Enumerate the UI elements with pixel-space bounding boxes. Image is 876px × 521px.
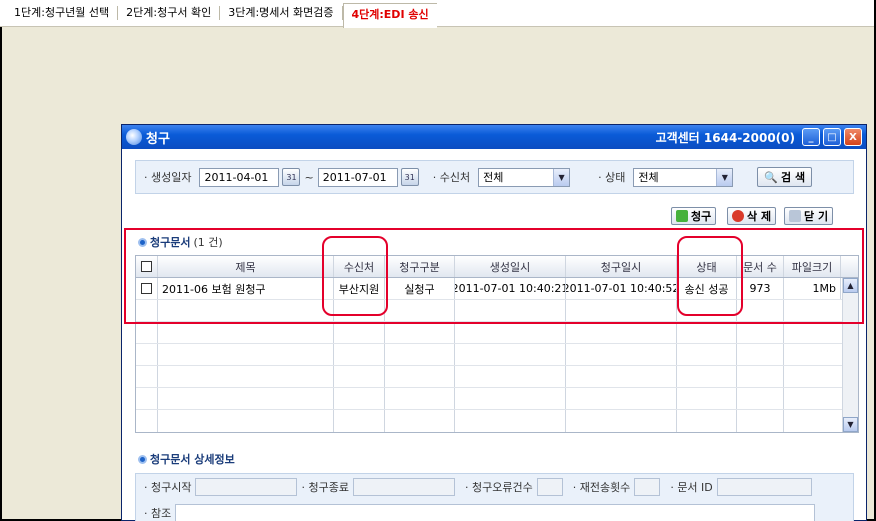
maximize-button[interactable]: □ (823, 128, 841, 146)
calendar-to-icon[interactable]: 31 (400, 168, 419, 186)
tilde-separator: ~ (304, 170, 314, 184)
resend-count-field[interactable] (634, 478, 661, 496)
status-label: · 상태 (598, 171, 626, 184)
close-button[interactable]: 닫 기 (784, 207, 834, 225)
note-field[interactable] (175, 504, 816, 521)
created-date-label: · 생성일자 (144, 171, 192, 184)
bullet-icon (138, 454, 147, 464)
claim-start-label: · 청구시작 (144, 481, 192, 494)
step-bar: 1단계:청구년월 선택 2단계:청구서 확인 3단계:명세서 화면검증 4단계:… (0, 0, 874, 28)
chevron-down-icon[interactable]: ▼ (553, 168, 570, 186)
scroll-down-icon[interactable]: ▼ (843, 417, 858, 432)
highlight-status-box (677, 236, 743, 316)
chevron-down-icon[interactable]: ▼ (716, 168, 733, 186)
claim-end-field[interactable] (352, 478, 455, 496)
resend-count-label: · 재전송횟수 (572, 481, 631, 494)
magnifier-icon: 🔍 (764, 170, 779, 184)
step-1[interactable]: 1단계:청구년월 선택 (6, 6, 119, 20)
empty-row (136, 366, 858, 388)
arrow-right-icon (676, 210, 688, 222)
doc-id-field[interactable] (716, 478, 812, 496)
delete-icon (732, 210, 744, 222)
date-to-input[interactable] (317, 167, 398, 187)
note-label: · 참조 (144, 507, 172, 520)
close-window-button[interactable]: X (844, 128, 862, 146)
claim-button[interactable]: 청구 (671, 207, 717, 225)
titlebar: 청구 고객센터 1644-2000(0) _ □ X (122, 125, 866, 149)
empty-row (136, 344, 858, 366)
search-button[interactable]: 🔍 검 색 (757, 167, 813, 187)
receiver-select[interactable]: 전체 ▼ (478, 167, 571, 187)
empty-row (136, 388, 858, 410)
highlight-receiver-box (322, 236, 388, 316)
search-panel: · 생성일자 31 ~ 31 · 수신처 전체 ▼ · 상태 전체 ▼ 🔍 검 … (135, 160, 854, 194)
window-title: 청구 (146, 131, 170, 147)
claim-end-label: · 청구종료 (301, 481, 349, 494)
close-doc-icon (789, 210, 801, 222)
app-icon (126, 129, 142, 145)
step-2[interactable]: 2단계:청구서 확인 (118, 6, 221, 20)
error-count-label: · 청구오류건수 (464, 481, 533, 494)
status-select[interactable]: 전체 ▼ (633, 167, 734, 187)
detail-title: 청구문서 상세정보 (138, 451, 235, 467)
delete-button[interactable]: 삭 제 (727, 207, 777, 225)
calendar-from-icon[interactable]: 31 (282, 168, 301, 186)
customer-center-label: 고객센터 1644-2000(0) (655, 130, 795, 145)
receiver-label: · 수신처 (432, 171, 471, 184)
claim-start-field[interactable] (195, 478, 298, 496)
detail-panel: · 청구시작 · 청구종료 · 청구오류건수 · 재전송횟수 · 문서 ID ·… (135, 473, 854, 521)
highlight-grid-box (124, 228, 864, 324)
error-count-field[interactable] (536, 478, 563, 496)
doc-id-label: · 문서 ID (670, 481, 713, 494)
step-4-active[interactable]: 4단계:EDI 송신 (342, 3, 437, 28)
minimize-button[interactable]: _ (802, 128, 820, 146)
step-3[interactable]: 3단계:명세서 화면검증 (220, 6, 343, 20)
date-from-input[interactable] (199, 167, 280, 187)
empty-row (136, 410, 858, 432)
empty-row (136, 322, 858, 344)
